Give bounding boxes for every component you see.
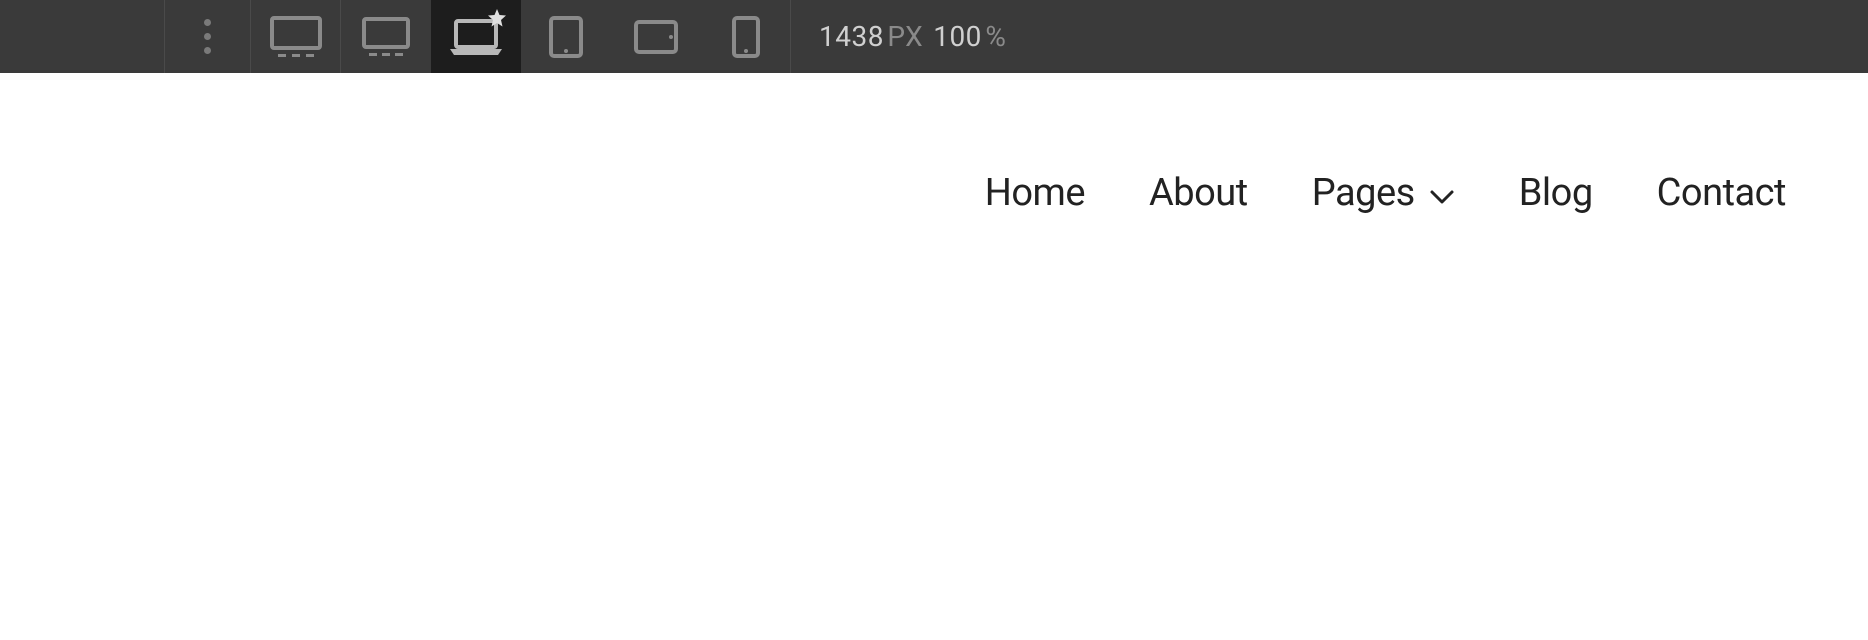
canvas-size-info: 1438 PX 100 % [791,20,1006,53]
device-desktop[interactable] [341,0,431,73]
nav-item-blog[interactable]: Blog [1519,171,1593,215]
device-toolbar: 1438 PX 100 % [0,0,1868,73]
canvas-zoom-unit: % [985,20,1006,53]
canvas-zoom-value[interactable]: 100 [933,20,982,53]
canvas-width-unit: PX [887,20,923,53]
mobile-portrait-icon [732,16,760,58]
nav-label: Contact [1657,171,1786,215]
device-desktop-large[interactable] [251,0,341,73]
nav-label: Pages [1312,171,1415,215]
desktop-icon [362,17,410,57]
desktop-large-icon [270,16,322,58]
nav-item-home[interactable]: Home [985,171,1085,215]
device-laptop[interactable] [431,0,521,73]
canvas-width-value[interactable]: 1438 [819,20,884,53]
nav-label: About [1149,171,1248,215]
tablet-portrait-icon [549,16,583,58]
nav-label: Home [985,171,1085,215]
device-tablet-landscape[interactable] [611,0,701,73]
tablet-landscape-icon [634,20,678,54]
chevron-down-icon [1429,171,1455,215]
site-navigation: Home About Pages Blog Contact [0,73,1868,273]
star-icon [487,8,507,28]
device-tablet-portrait[interactable] [521,0,611,73]
nav-item-contact[interactable]: Contact [1657,171,1786,215]
nav-item-pages[interactable]: Pages [1312,171,1455,215]
more-options-button[interactable] [165,0,251,73]
more-vertical-icon [204,19,211,54]
nav-item-about[interactable]: About [1149,171,1248,215]
device-mobile-portrait[interactable] [701,0,791,73]
nav-label: Blog [1519,171,1593,215]
toolbar-spacer [0,0,165,73]
canvas-area[interactable]: Home About Pages Blog Contact [0,73,1868,640]
